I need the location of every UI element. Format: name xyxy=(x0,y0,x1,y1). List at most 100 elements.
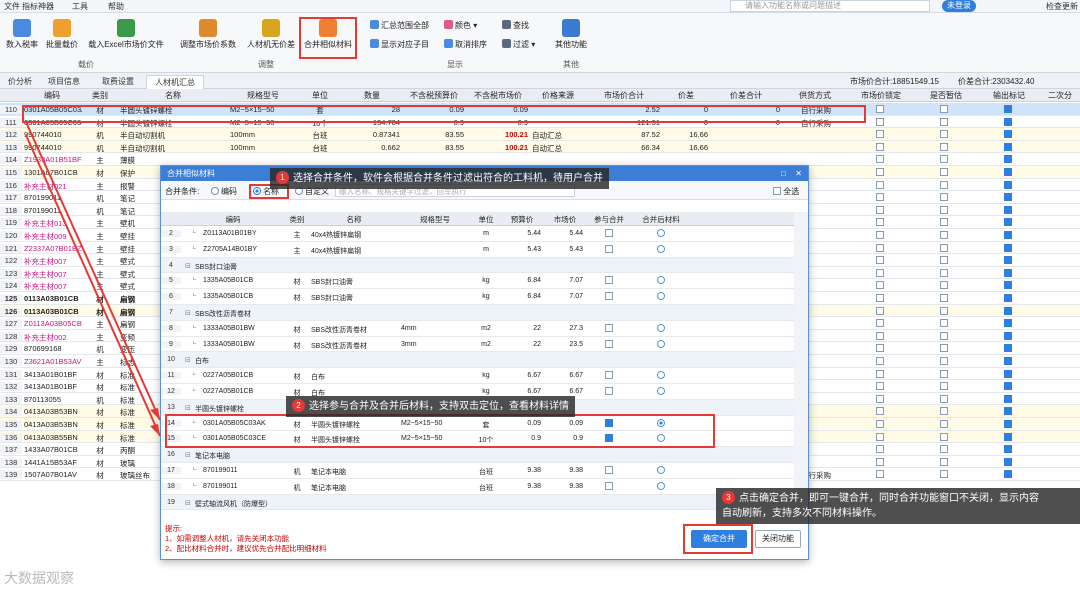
est-checkbox[interactable] xyxy=(940,445,948,454)
menu-tools[interactable]: 工具 xyxy=(72,1,88,12)
list-item[interactable]: 9 └ 1333A05B01BW 材 SBS改性沥青卷材 3mm m2 22 23.5 xyxy=(161,337,794,353)
grid-header-cell[interactable]: 规格型号 xyxy=(228,90,298,101)
out-checkbox[interactable] xyxy=(1004,445,1012,454)
est-checkbox[interactable] xyxy=(940,193,948,202)
target-radio[interactable] xyxy=(657,276,665,285)
list-item[interactable]: 2 └ Z0113A01B01BY 主 40x4热镀锌扁钢 m 5.44 5.44 xyxy=(161,226,794,242)
out-checkbox[interactable] xyxy=(1004,294,1012,302)
tab-fee-setting[interactable]: 取费设置 xyxy=(94,75,142,89)
grid-header-cell[interactable]: 不含税市场价 xyxy=(466,90,530,101)
dialog-header-cell[interactable]: 规格型号 xyxy=(399,214,471,225)
collapse-icon[interactable]: ⊟ xyxy=(185,499,191,507)
est-checkbox[interactable] xyxy=(940,306,948,315)
est-checkbox[interactable] xyxy=(940,319,948,328)
est-checkbox[interactable] xyxy=(940,105,948,113)
lock-checkbox[interactable] xyxy=(876,168,884,176)
find-button[interactable]: 查找 xyxy=(502,20,529,31)
est-checkbox[interactable] xyxy=(940,155,948,164)
out-checkbox[interactable] xyxy=(1004,168,1012,176)
est-checkbox[interactable] xyxy=(940,294,948,302)
dialog-header-cell[interactable]: 市场价 xyxy=(545,214,585,225)
lock-checkbox[interactable] xyxy=(876,382,884,391)
search-input[interactable]: 请输入功能名称或问题描述 xyxy=(730,0,930,12)
lock-checkbox[interactable] xyxy=(876,180,884,189)
grid-header-cell[interactable]: 编码 xyxy=(22,90,82,101)
out-checkbox[interactable] xyxy=(1004,180,1012,189)
group-row[interactable]: 19 ⊟ 壁式轴流风机（防爆型） xyxy=(161,494,794,511)
group-row[interactable]: 4 ⊟ SBS封口油膏 xyxy=(161,257,794,274)
grid-header-cell[interactable]: 二次分 xyxy=(1040,90,1080,101)
dialog-header-cell[interactable]: 名称 xyxy=(309,214,399,225)
menu-file[interactable]: 文件 xyxy=(4,1,20,12)
out-checkbox[interactable] xyxy=(1004,420,1012,428)
est-checkbox[interactable] xyxy=(940,331,948,340)
est-checkbox[interactable] xyxy=(940,369,948,378)
out-checkbox[interactable] xyxy=(1004,218,1012,227)
list-item[interactable]: 11 └ 0227A05B01CB 材 白布 kg 6.67 6.67 xyxy=(161,368,794,384)
group-row[interactable]: 7 ⊟ SBS改性沥青卷材 xyxy=(161,305,794,321)
target-radio[interactable] xyxy=(657,466,665,474)
menu-indicator[interactable]: 指标神器 xyxy=(22,1,54,12)
out-checkbox[interactable] xyxy=(1004,281,1012,290)
join-checkbox[interactable] xyxy=(605,244,613,253)
lock-checkbox[interactable] xyxy=(876,243,884,252)
list-item[interactable]: 17 └ 870199011 机 笔记本电脑 台班 9.38 9.38 xyxy=(161,463,794,479)
collapse-icon[interactable]: ⊟ xyxy=(185,262,191,270)
target-radio[interactable] xyxy=(657,387,665,395)
target-radio[interactable] xyxy=(657,339,665,348)
out-checkbox[interactable] xyxy=(1004,142,1012,151)
lock-checkbox[interactable] xyxy=(876,357,884,365)
est-checkbox[interactable] xyxy=(940,357,948,365)
est-checkbox[interactable] xyxy=(940,256,948,265)
est-checkbox[interactable] xyxy=(940,218,948,227)
list-item[interactable]: 6 └ 1335A05B01CB 材 SBS封口油膏 kg 6.84 7.07 xyxy=(161,289,794,305)
est-checkbox[interactable] xyxy=(940,432,948,441)
tab-project-info[interactable]: 项目信息 xyxy=(40,75,88,89)
login-button[interactable]: 未登录 xyxy=(942,0,976,12)
grid-header-cell[interactable]: 不含税预算价 xyxy=(402,90,466,101)
grid-header-cell[interactable]: 市场价锁定 xyxy=(848,90,914,101)
lock-checkbox[interactable] xyxy=(876,445,884,454)
grid-header-cell[interactable]: 价格来源 xyxy=(530,90,586,101)
grid-header-cell[interactable]: 名称 xyxy=(118,90,228,101)
close-icon[interactable]: ✕ xyxy=(795,166,802,181)
dialog-scrollbar[interactable] xyxy=(794,212,808,512)
est-checkbox[interactable] xyxy=(940,180,948,189)
join-checkbox[interactable] xyxy=(605,339,613,348)
close-function-button[interactable]: 关闭功能 xyxy=(755,530,801,548)
lock-checkbox[interactable] xyxy=(876,205,884,214)
lock-checkbox[interactable] xyxy=(876,407,884,416)
est-checkbox[interactable] xyxy=(940,344,948,353)
group-row[interactable]: 10 ⊟ 白布 xyxy=(161,352,794,369)
out-checkbox[interactable] xyxy=(1004,205,1012,214)
radio-code[interactable]: 编码 xyxy=(211,186,237,197)
adjust-coef-button[interactable]: 调整市场价系数 xyxy=(176,19,240,50)
join-checkbox[interactable] xyxy=(605,481,613,490)
grid-header-cell[interactable]: 价差 xyxy=(662,90,710,101)
out-checkbox[interactable] xyxy=(1004,369,1012,378)
out-checkbox[interactable] xyxy=(1004,457,1012,466)
no-diff-button[interactable]: 人材机无价差 xyxy=(244,19,298,50)
lock-checkbox[interactable] xyxy=(876,218,884,227)
grid-header-cell[interactable]: 单位 xyxy=(298,90,342,101)
out-checkbox[interactable] xyxy=(1004,105,1012,113)
lock-checkbox[interactable] xyxy=(876,294,884,302)
grid-header-cell[interactable]: 类别 xyxy=(82,90,118,101)
est-checkbox[interactable] xyxy=(940,205,948,214)
cancel-sort-button[interactable]: 取消排序 xyxy=(444,39,487,50)
dialog-header-cell[interactable]: 单位 xyxy=(471,214,501,225)
lock-checkbox[interactable] xyxy=(876,331,884,340)
dialog-header-cell[interactable]: 参与合并 xyxy=(587,214,631,225)
list-item[interactable]: 18 └ 870199011 机 笔记本电脑 台班 9.38 9.38 xyxy=(161,479,794,495)
est-checkbox[interactable] xyxy=(940,457,948,466)
table-row[interactable]: 112 990744010 机 半自动切割机 100mm 台班 0.87341 83.55 10… xyxy=(0,128,1080,141)
lock-checkbox[interactable] xyxy=(876,105,884,113)
out-checkbox[interactable] xyxy=(1004,130,1012,139)
grid-header-cell[interactable]: 是否暂估 xyxy=(914,90,978,101)
out-checkbox[interactable] xyxy=(1004,331,1012,340)
lock-checkbox[interactable] xyxy=(876,256,884,265)
est-checkbox[interactable] xyxy=(940,470,948,479)
est-checkbox[interactable] xyxy=(940,407,948,416)
grid-header-cell[interactable]: 供货方式 xyxy=(782,90,848,101)
collapse-icon[interactable]: ⊟ xyxy=(185,451,191,459)
